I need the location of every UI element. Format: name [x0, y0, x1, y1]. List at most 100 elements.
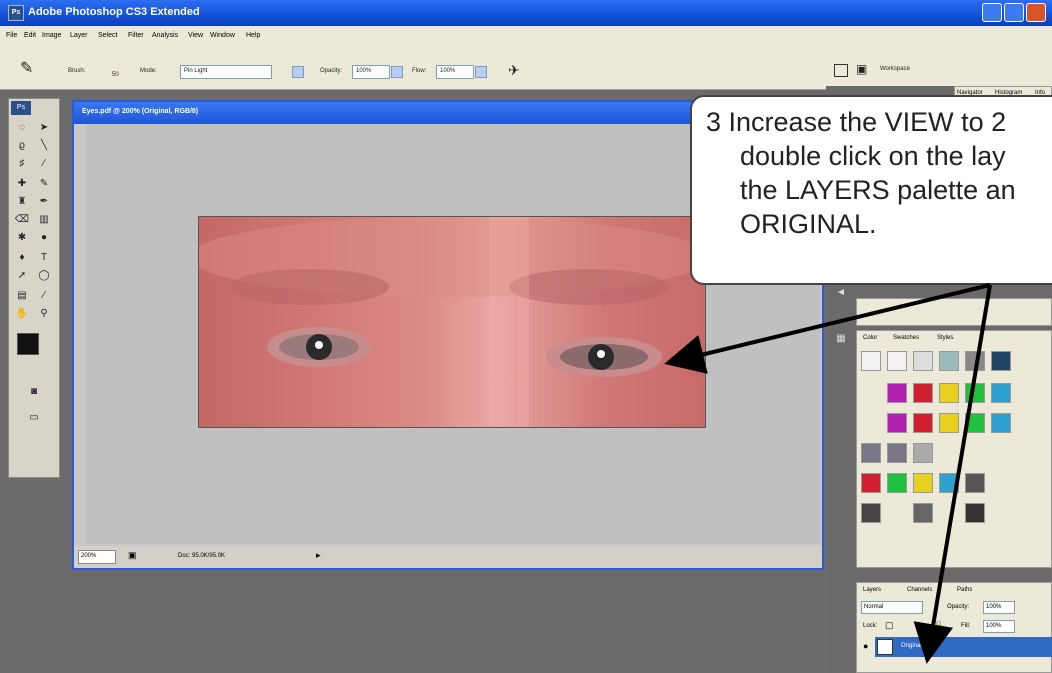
style-swatch[interactable] [965, 383, 985, 403]
blur-tool-icon[interactable]: ✱ [13, 231, 31, 245]
screen-mode-icon[interactable]: ▭ [25, 411, 43, 425]
style-swatch[interactable] [861, 473, 881, 493]
style-swatch[interactable] [913, 383, 933, 403]
palette-well-icon[interactable] [834, 64, 848, 77]
style-swatch[interactable] [939, 473, 959, 493]
tab-paths[interactable]: Paths [957, 587, 972, 593]
blend-mode-select[interactable]: Normal [861, 601, 923, 614]
airbrush-icon[interactable]: ✈ [508, 62, 520, 79]
style-swatch[interactable] [913, 351, 933, 371]
tab-layers[interactable]: Layers [863, 587, 881, 593]
options-bar: ✎ Brush: 50 Mode: Pin Light Opacity: 100… [0, 46, 1052, 90]
eraser-tool-icon[interactable]: ⌫ [13, 213, 31, 227]
tab-color[interactable]: Color [863, 335, 877, 341]
style-swatch[interactable] [991, 351, 1011, 371]
menu-select[interactable]: Select [98, 32, 117, 39]
style-swatch[interactable] [939, 383, 959, 403]
style-swatch[interactable] [887, 443, 907, 463]
crop-tool-icon[interactable]: ♯ [13, 157, 31, 171]
hand-tool-icon[interactable]: ✋ [13, 307, 31, 321]
path-select-icon[interactable]: ➚ [13, 269, 31, 283]
quick-mask-icon[interactable]: ◙ [25, 385, 43, 399]
shape-tool-icon[interactable]: ◯ [35, 269, 53, 283]
notes-tool-icon[interactable]: ▤ [13, 289, 31, 303]
tab-styles[interactable]: Styles [937, 335, 953, 341]
menu-file[interactable]: File [6, 32, 17, 39]
style-swatch[interactable] [991, 383, 1011, 403]
style-swatch[interactable] [861, 443, 881, 463]
eyes-photo[interactable] [198, 216, 706, 428]
style-swatch[interactable] [887, 413, 907, 433]
style-swatch[interactable] [913, 503, 933, 523]
layer-row-original[interactable]: Original [875, 637, 1052, 657]
mode-select[interactable]: Pin Light [180, 65, 272, 79]
style-swatch[interactable] [861, 503, 881, 523]
marquee-tool-icon[interactable]: ◌ [13, 121, 31, 135]
style-swatch[interactable] [861, 351, 881, 371]
menu-image[interactable]: Image [42, 32, 61, 39]
close-button[interactable] [1026, 3, 1046, 22]
style-swatch[interactable] [887, 473, 907, 493]
menu-edit[interactable]: Edit [24, 32, 36, 39]
style-swatch[interactable] [965, 473, 985, 493]
style-swatch[interactable] [913, 443, 933, 463]
brush-tool-icon[interactable]: ✎ [20, 58, 33, 78]
tab-swatches[interactable]: Swatches [893, 335, 919, 341]
lock-all-icon[interactable]: 🔒 [933, 620, 944, 631]
style-swatch[interactable] [991, 413, 1011, 433]
menu-filter[interactable]: Filter [128, 32, 144, 39]
lock-transparency-icon[interactable]: ▢ [885, 620, 894, 631]
lock-label: Lock: [863, 623, 878, 629]
status-icon[interactable]: ▣ [128, 550, 137, 561]
style-swatch[interactable] [939, 413, 959, 433]
mode-dropdown-icon[interactable] [292, 66, 304, 78]
lasso-tool-icon[interactable]: ϱ [13, 139, 31, 153]
layer-opacity-input[interactable]: 100% [983, 601, 1015, 614]
eyedropper-icon[interactable]: ⁄ [35, 289, 53, 303]
slice-tool-icon[interactable]: ⁄ [35, 157, 53, 171]
maximize-button[interactable] [1004, 3, 1024, 22]
fill-input[interactable]: 100% [983, 620, 1015, 633]
navigator-zoom-strip[interactable] [856, 298, 1052, 326]
menu-layer[interactable]: Layer [70, 32, 88, 39]
style-swatch[interactable] [965, 413, 985, 433]
panel-collapse-icon[interactable]: ◄ [832, 286, 850, 300]
pen-tool-icon[interactable]: ♦ [13, 251, 31, 265]
workspace-button[interactable]: Workspace [880, 66, 910, 72]
dodge-tool-icon[interactable]: ● [35, 231, 53, 245]
visibility-eye-icon[interactable]: ● [863, 641, 868, 651]
history-brush-icon[interactable]: ✒ [35, 195, 53, 209]
healing-tool-icon[interactable]: ✚ [13, 177, 31, 191]
move-tool-icon[interactable]: ➤ [35, 121, 53, 135]
menu-window[interactable]: Window [210, 32, 235, 39]
style-swatch[interactable] [939, 351, 959, 371]
menu-analysis[interactable]: Analysis [152, 32, 178, 39]
flow-input[interactable]: 100% [436, 65, 474, 79]
zoom-field[interactable]: 200% [78, 550, 116, 564]
type-tool-icon[interactable]: T [35, 251, 53, 265]
brush-label: Brush: [68, 68, 86, 74]
brush-tool-icon[interactable]: ✎ [35, 177, 53, 191]
tab-channels[interactable]: Channels [907, 587, 932, 593]
opacity-input[interactable]: 100% [352, 65, 390, 79]
style-swatch[interactable] [965, 351, 985, 371]
style-swatch[interactable] [913, 413, 933, 433]
flow-dropdown-icon[interactable] [475, 66, 487, 78]
gradient-tool-icon[interactable]: ▥ [35, 213, 53, 227]
bridge-icon[interactable]: ▣ [856, 62, 867, 76]
minimize-button[interactable] [982, 3, 1002, 22]
style-swatch[interactable] [965, 503, 985, 523]
zoom-tool-icon[interactable]: ⚲ [35, 307, 53, 321]
opacity-dropdown-icon[interactable] [391, 66, 403, 78]
style-swatch[interactable] [913, 473, 933, 493]
swatch-panel-icon[interactable]: ▦ [832, 332, 850, 346]
style-swatch[interactable] [887, 351, 907, 371]
menu-view[interactable]: View [188, 32, 203, 39]
brush-size[interactable]: 50 [112, 72, 119, 78]
menu-help[interactable]: Help [246, 32, 260, 39]
style-swatch[interactable] [887, 383, 907, 403]
stamp-tool-icon[interactable]: ♜ [13, 195, 31, 209]
foreground-color-swatch[interactable] [17, 333, 39, 355]
magic-wand-icon[interactable]: ╲ [35, 139, 53, 153]
status-menu-arrow-icon[interactable]: ▸ [316, 550, 321, 561]
